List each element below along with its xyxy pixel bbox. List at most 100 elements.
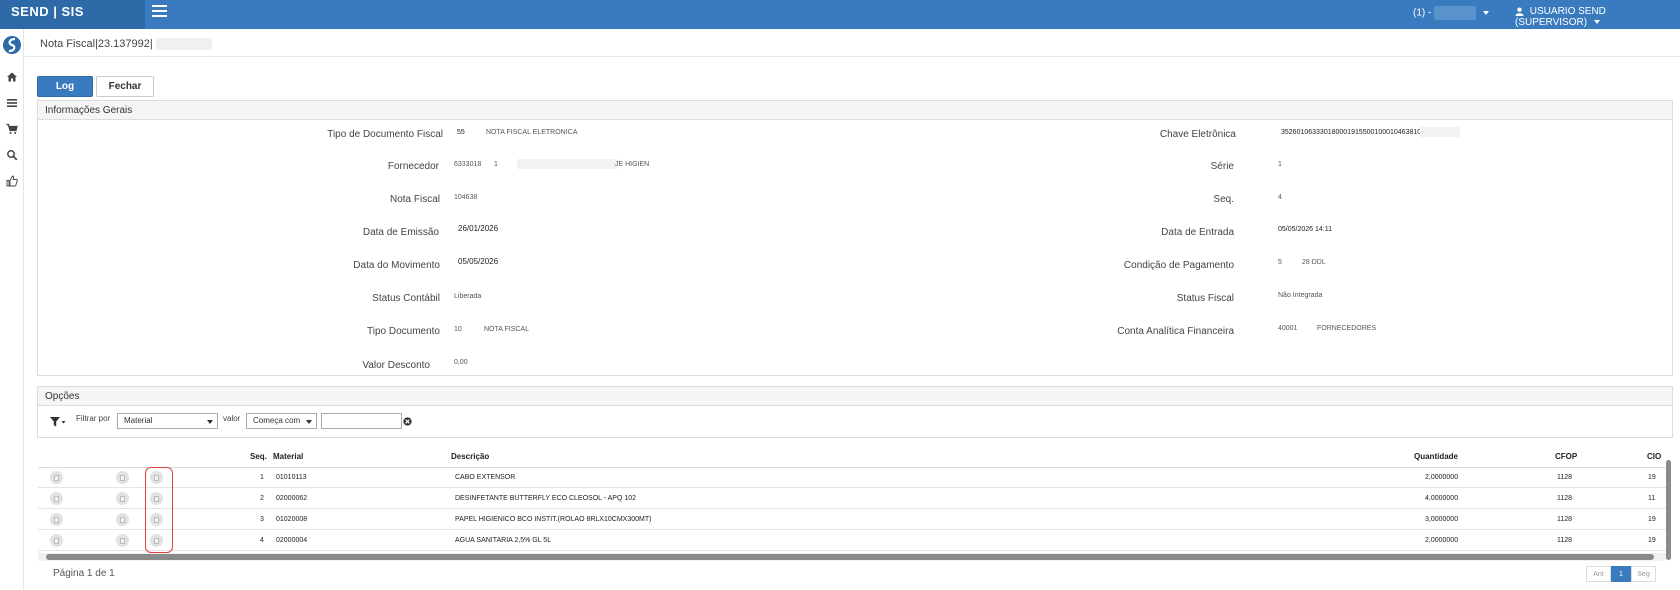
thumbs-up-icon[interactable]: [6, 175, 18, 187]
options-panel: Opções: [37, 386, 1673, 438]
field-value-tipo-doc-fiscal-code: 55: [457, 129, 465, 136]
table-row[interactable]: 2 02000062 DESINFETANTE BUTTERFLY ECO CL…: [38, 489, 1668, 509]
field-value-status-contabil: Liberada: [454, 293, 482, 300]
field-value-tipo-doc-fiscal-desc: NOTA FISCAL ELETRONICA: [486, 129, 578, 136]
cell-quantidade: 3,0000000: [1425, 516, 1459, 523]
field-label-nota-fiscal: Nota Fiscal: [389, 194, 440, 205]
field-value-condicao-pagamento-desc: 28 DDL: [1302, 259, 1326, 266]
col-header-cio[interactable]: CIO: [1647, 452, 1661, 461]
cell-cio: 19: [1648, 537, 1656, 544]
field-value-data-entrada: 05/05/2026 14:11: [1278, 226, 1332, 233]
field-value-valor-desconto: 0,00: [454, 359, 468, 366]
panel-title: Informações Gerais: [38, 101, 1672, 120]
field-value-chave-eletronica: 35260106333018000191550010001046381000: [1281, 129, 1429, 136]
cell-seq: 1: [260, 474, 264, 481]
field-value-status-fiscal: Não Integrada: [1278, 292, 1323, 299]
app-brand[interactable]: SEND | SIS: [0, 0, 145, 29]
table-row[interactable]: 4 02000004 AGUA SANITARIA 2,5% GL 5L 2,0…: [38, 531, 1668, 551]
row-list-icon[interactable]: [116, 471, 129, 484]
environment-label: (1) -: [1413, 7, 1432, 19]
user-menu[interactable]: USUARIO SEND (SUPERVISOR): [1515, 6, 1680, 28]
page-info: Página 1 de 1: [53, 568, 115, 579]
cell-cio: 11: [1648, 495, 1656, 502]
field-value-data-movimento: 05/05/2026: [458, 257, 499, 266]
row-list-icon[interactable]: [116, 513, 129, 526]
cell-quantidade: 2,0000000: [1425, 474, 1459, 481]
row-list-icon[interactable]: [116, 534, 129, 547]
col-header-quantidade[interactable]: Quantidade: [1414, 452, 1458, 461]
cell-cfop: 1128: [1557, 537, 1573, 544]
field-value-fornecedor-code: 6333018: [454, 161, 482, 168]
menu-icon[interactable]: [152, 5, 167, 17]
search-icon[interactable]: [6, 149, 18, 161]
field-value-condicao-pagamento-code: 5: [1278, 259, 1282, 266]
field-value-conta-analitica-code: 40001: [1278, 325, 1298, 332]
breadcrumb: Nota Fiscal|23.137992|: [40, 38, 212, 51]
row-action-icon[interactable]: [50, 513, 63, 526]
breadcrumb-text: Nota Fiscal|23.137992|: [40, 38, 153, 50]
col-header-material[interactable]: Material: [273, 452, 303, 461]
field-label-seq: Seq.: [1213, 194, 1234, 205]
chevron-down-icon: [207, 420, 213, 424]
home-icon[interactable]: [6, 71, 18, 83]
field-label-serie: Série: [1210, 161, 1234, 172]
col-header-cfop[interactable]: CFOP: [1555, 452, 1577, 461]
table-row[interactable]: 1 01010113 CABO EXTENSOR 2,0000000 1128 …: [38, 468, 1668, 488]
scrollbar-thumb[interactable]: [1666, 460, 1671, 560]
field-value-fornecedor-sub: 1: [494, 161, 498, 168]
vertical-scrollbar[interactable]: [1666, 450, 1672, 566]
table-row[interactable]: 3 01020008 PAPEL HIGIENICO BCO INSTIT.(R…: [38, 510, 1668, 530]
row-action-icon[interactable]: [50, 471, 63, 484]
header-divider: [25, 56, 1680, 57]
col-header-seq[interactable]: Seq.: [250, 452, 267, 461]
field-value-seq: 4: [1278, 194, 1282, 201]
list-icon[interactable]: [6, 97, 18, 109]
field-value-tipo-documento-desc: NOTA FISCAL: [484, 326, 529, 333]
cell-descricao: AGUA SANITARIA 2,5% GL 5L: [455, 537, 552, 544]
chevron-down-icon: [1482, 11, 1489, 15]
scrollbar-thumb[interactable]: [46, 554, 1654, 560]
environment-selector[interactable]: (1) -: [1413, 6, 1489, 20]
row-action-icon[interactable]: [50, 534, 63, 547]
row-list-icon[interactable]: [116, 492, 129, 505]
valor-label: valor: [223, 414, 241, 423]
highlight-box: [145, 467, 173, 553]
row-action-icon[interactable]: [50, 492, 63, 505]
col-header-descricao[interactable]: Descrição: [451, 452, 489, 461]
chevron-down-icon: [306, 420, 312, 424]
field-label-status-contabil: Status Contábil: [372, 293, 440, 304]
field-value-conta-analitica-desc: FORNECEDORES: [1317, 325, 1377, 332]
filter-label: Filtrar por: [76, 414, 111, 423]
field-label-fornecedor: Fornecedor: [387, 161, 439, 172]
operator-select[interactable]: Começa com: [246, 413, 317, 429]
filter-icon[interactable]: [50, 417, 66, 427]
page-1-button[interactable]: 1: [1611, 566, 1631, 582]
clear-icon[interactable]: [403, 417, 412, 426]
panel-title: Opções: [38, 387, 1672, 406]
cell-material: 01010113: [276, 474, 307, 481]
field-label-data-emissao: Data de Emissão: [362, 227, 439, 238]
cell-quantidade: 2,0000000: [1425, 537, 1459, 544]
cart-icon[interactable]: [6, 123, 18, 135]
filter-field-select[interactable]: Material: [117, 413, 218, 429]
cell-cio: 19: [1648, 516, 1656, 523]
filter-value-input[interactable]: [321, 413, 402, 429]
chevron-down-icon: [1593, 20, 1600, 25]
top-navbar: SEND | SIS (1) - USUARIO SEND (SUPERVISO…: [0, 0, 1680, 29]
prev-page-button[interactable]: Ant: [1586, 566, 1611, 582]
horizontal-scrollbar[interactable]: [38, 553, 1666, 561]
breadcrumb-redacted: [155, 38, 212, 51]
cell-cfop: 1128: [1557, 495, 1573, 502]
next-page-button[interactable]: Seg: [1631, 566, 1656, 582]
user-icon: [1515, 7, 1524, 16]
field-label-data-movimento: Data do Movimento: [353, 260, 440, 271]
field-label-conta-analitica: Conta Analítica Financeira: [1117, 326, 1234, 337]
left-sidebar: [0, 29, 24, 590]
cell-cfop: 1128: [1557, 516, 1573, 523]
cell-descricao: PAPEL HIGIENICO BCO INSTIT.(ROLAO 8RLX10…: [455, 516, 652, 523]
log-button[interactable]: Log: [37, 76, 93, 97]
field-label-tipo-documento: Tipo Documento: [367, 326, 440, 337]
field-label-chave-eletronica: Chave Eletrônica: [1159, 129, 1236, 140]
close-button[interactable]: Fechar: [96, 76, 154, 97]
cell-seq: 2: [260, 495, 264, 502]
